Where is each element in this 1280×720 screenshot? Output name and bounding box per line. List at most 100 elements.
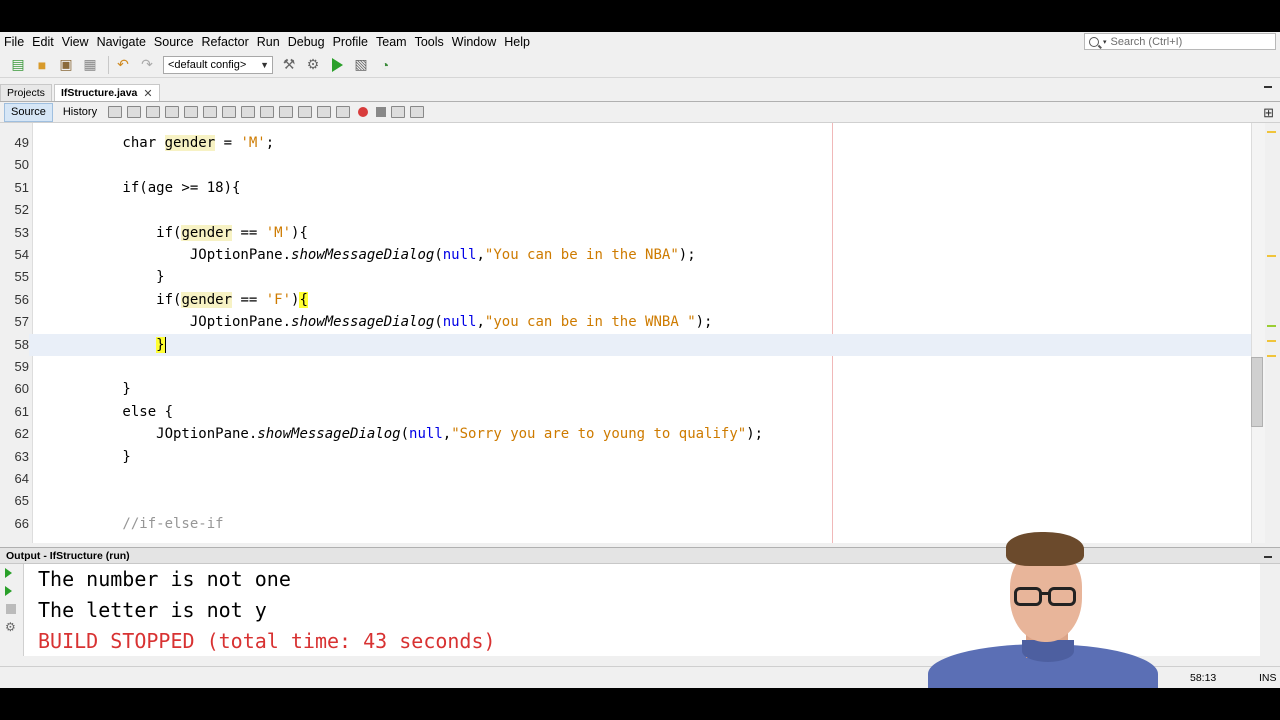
undo-icon[interactable]: ↶ xyxy=(113,56,133,74)
search-input[interactable]: ▾ Search (Ctrl+I) xyxy=(1084,33,1276,50)
code-token: 'F' xyxy=(265,291,292,308)
code-text: } xyxy=(55,334,166,356)
line-number: 58 xyxy=(0,333,29,356)
code-line[interactable]: 57 JOptionPane.showMessageDialog(null,"y… xyxy=(0,311,1265,333)
stop-macro-icon[interactable] xyxy=(376,107,387,117)
code-line[interactable]: 52 xyxy=(0,199,1265,221)
redo-icon[interactable]: ↷ xyxy=(137,56,157,74)
warning-mark[interactable] xyxy=(1267,355,1276,357)
forward-icon[interactable] xyxy=(146,106,161,118)
minimize-icon[interactable] xyxy=(1264,86,1272,88)
chevron-down-icon: ▼ xyxy=(260,59,269,70)
code-line[interactable]: 58 } xyxy=(0,333,1265,356)
menu-refactor[interactable]: Refactor xyxy=(198,32,253,52)
code-token: showMessageDialog xyxy=(291,247,435,263)
open-project-icon[interactable]: ▣ xyxy=(56,56,76,74)
menu-edit[interactable]: Edit xyxy=(28,32,58,52)
rerun-icon[interactable] xyxy=(5,568,12,578)
back-icon[interactable] xyxy=(127,106,142,118)
menu-view[interactable]: View xyxy=(58,32,93,52)
toggle-bookmark-icon[interactable] xyxy=(298,106,313,118)
build-icon[interactable]: ⚒ xyxy=(279,56,299,74)
tab-ifstructure[interactable]: IfStructure.java ✕ xyxy=(53,84,160,101)
code-line[interactable]: 53 if(gender == 'M'){ xyxy=(0,222,1265,244)
tab-projects[interactable]: Projects xyxy=(0,84,52,101)
menu-run[interactable]: Run xyxy=(253,32,284,52)
menu-tools[interactable]: Tools xyxy=(411,32,448,52)
profile-icon[interactable]: ◔ xyxy=(375,56,395,74)
toggle-selection-icon[interactable] xyxy=(241,106,256,118)
split-window-icon[interactable]: ⊞ xyxy=(1263,105,1274,121)
toggle-highlight-icon[interactable] xyxy=(222,106,237,118)
config-select[interactable]: <default config> ▼ xyxy=(163,55,273,74)
code-editor[interactable]: 49 char gender = 'M'; 50 51 if(age >= 18){… xyxy=(0,123,1265,543)
menu-file[interactable]: File xyxy=(0,32,28,52)
code-text: if(gender == 'M'){ xyxy=(55,222,308,244)
close-icon[interactable]: ✕ xyxy=(143,87,152,100)
line-number: 63 xyxy=(14,448,29,464)
shift-right-icon[interactable] xyxy=(336,106,351,118)
warning-mark[interactable] xyxy=(1267,255,1276,257)
run-icon[interactable] xyxy=(327,56,347,74)
debug-icon[interactable]: ▧ xyxy=(351,56,371,74)
rerun-with-params-icon[interactable] xyxy=(5,586,12,596)
code-token: else { xyxy=(55,403,174,420)
menu-help[interactable]: Help xyxy=(500,32,534,52)
change-mark[interactable] xyxy=(1267,325,1276,327)
save-all-icon[interactable]: ▦ xyxy=(80,56,100,74)
new-file-icon[interactable]: ▤ xyxy=(8,56,28,74)
code-line[interactable]: 51 if(age >= 18){ xyxy=(0,177,1265,199)
code-token: , xyxy=(476,314,485,331)
start-macro-icon[interactable] xyxy=(358,107,369,117)
code-line[interactable]: 62 JOptionPane.showMessageDialog(null,"S… xyxy=(0,423,1265,445)
find-next-icon[interactable] xyxy=(203,106,218,118)
code-line[interactable]: 61 else { xyxy=(0,401,1265,423)
minimize-icon[interactable] xyxy=(1264,556,1272,558)
code-line[interactable]: 59 xyxy=(0,356,1265,378)
output-line: The number is not one xyxy=(38,567,291,591)
editor-scrollbar[interactable] xyxy=(1251,123,1265,543)
comment-icon[interactable] xyxy=(391,106,406,118)
settings-icon[interactable]: ⚙ xyxy=(5,620,16,634)
code-line[interactable]: 65 xyxy=(0,490,1265,512)
editor-scroll-thumb[interactable] xyxy=(1251,357,1263,427)
code-token: { xyxy=(299,291,308,308)
main-toolbar: ▤ ■ ▣ ▦ ↶ ↷ <default config> ▼ ⚒ ⚙ ▧ ◔ xyxy=(0,52,1280,78)
tab-history[interactable]: History xyxy=(57,103,103,122)
new-project-icon[interactable]: ■ xyxy=(32,56,52,74)
clean-build-icon[interactable]: ⚙ xyxy=(303,56,323,74)
code-text: } xyxy=(55,378,131,400)
menu-window[interactable]: Window xyxy=(448,32,500,52)
code-token: "you can be in the WNBA " xyxy=(484,314,696,331)
next-bookmark-icon[interactable] xyxy=(279,106,294,118)
code-line[interactable]: 50 xyxy=(0,154,1265,176)
menu-source[interactable]: Source xyxy=(150,32,198,52)
code-line[interactable]: 49 char gender = 'M'; xyxy=(0,132,1265,154)
code-line[interactable]: 63 } xyxy=(0,446,1265,468)
find-icon[interactable] xyxy=(165,106,180,118)
warning-mark[interactable] xyxy=(1267,340,1276,342)
menu-navigate[interactable]: Navigate xyxy=(93,32,150,52)
uncomment-icon[interactable] xyxy=(410,106,425,118)
menu-debug[interactable]: Debug xyxy=(284,32,329,52)
stop-icon[interactable] xyxy=(6,604,16,614)
insert-mode: INS xyxy=(1259,672,1277,684)
code-line[interactable]: 55 } xyxy=(0,266,1265,288)
code-line[interactable]: 56 if(gender == 'F'){ xyxy=(0,289,1265,311)
code-token: } xyxy=(55,381,131,398)
menu-team[interactable]: Team xyxy=(372,32,411,52)
shift-left-icon[interactable] xyxy=(317,106,332,118)
output-scrollbar[interactable] xyxy=(1260,564,1280,656)
code-line[interactable]: 60 } xyxy=(0,378,1265,400)
previous-bookmark-icon[interactable] xyxy=(260,106,275,118)
code-token: } xyxy=(55,269,165,286)
code-token: gender xyxy=(181,224,233,241)
code-line[interactable]: 64 xyxy=(0,468,1265,490)
find-previous-icon[interactable] xyxy=(184,106,199,118)
config-value: <default config> xyxy=(168,58,247,71)
menu-profile[interactable]: Profile xyxy=(329,32,372,52)
code-line[interactable]: 54 JOptionPane.showMessageDialog(null,"Y… xyxy=(0,244,1265,266)
last-edit-icon[interactable] xyxy=(108,106,123,118)
tab-source[interactable]: Source xyxy=(4,102,53,122)
warning-mark[interactable] xyxy=(1267,131,1276,133)
